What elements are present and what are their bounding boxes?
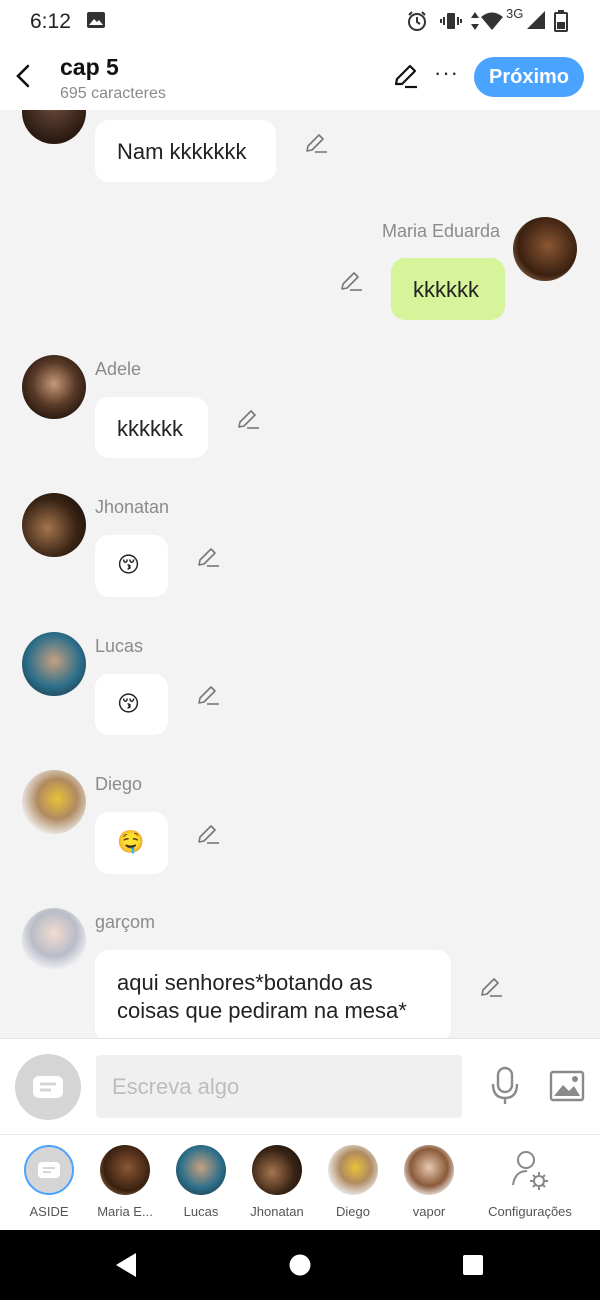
page-title: cap 5: [60, 54, 119, 80]
more-icon[interactable]: ···: [434, 60, 459, 86]
avatar[interactable]: [22, 908, 86, 972]
aside-mode-button[interactable]: [15, 1054, 81, 1120]
character-label: Configurações: [488, 1204, 572, 1219]
message-text-line: aqui senhores*botando as: [117, 970, 373, 995]
message-bubble[interactable]: Nam kkkkkkk: [95, 120, 276, 182]
sender-name: Jhonatan: [95, 497, 170, 517]
message-text: 🤤: [117, 829, 145, 854]
nav-home-icon[interactable]: [289, 1252, 311, 1283]
message-bubble[interactable]: kkkkkk: [95, 397, 208, 458]
avatar[interactable]: [22, 110, 86, 144]
settings-icon: [505, 1145, 555, 1195]
character-label: Diego: [336, 1204, 370, 1219]
sender-name: garçom: [95, 912, 156, 932]
alarm-icon: [406, 10, 428, 37]
message-composer: [0, 1038, 600, 1134]
character-lucas[interactable]: Lucas: [163, 1145, 239, 1219]
gallery-notification-icon: [86, 10, 106, 35]
avatar: [404, 1145, 454, 1195]
message-text: kkkkkk: [117, 416, 183, 441]
network-type-label: 3G: [506, 6, 524, 21]
character-diego[interactable]: Diego: [315, 1145, 391, 1219]
character-label: Jhonatan: [250, 1204, 304, 1219]
sender-name: Maria Eduarda: [382, 221, 501, 241]
avatar[interactable]: [22, 632, 86, 696]
sender-name: Diego: [95, 774, 143, 794]
avatar[interactable]: [22, 355, 86, 419]
status-bar: 6:12 3G: [0, 0, 600, 44]
wifi-icon: [480, 10, 504, 37]
edit-icon[interactable]: [237, 408, 261, 430]
message-bubble[interactable]: 😚: [95, 674, 168, 735]
message-text: Nam kkkkkkk: [117, 139, 247, 164]
chat-area[interactable]: Nam kkkkkkk Maria Eduarda kkkkkk Adele k…: [0, 110, 600, 1038]
message-text: kkkkkk: [413, 277, 479, 302]
message-input[interactable]: [96, 1055, 462, 1118]
edit-icon[interactable]: [305, 132, 329, 154]
nav-recents-icon[interactable]: [462, 1254, 484, 1281]
status-time: 6:12: [30, 10, 71, 33]
back-icon[interactable]: [12, 62, 36, 90]
message-text-line: coisas que pediram na mesa*: [117, 998, 407, 1023]
edit-icon[interactable]: [197, 823, 221, 845]
message-bubble[interactable]: 😚: [95, 535, 168, 597]
avatar: [176, 1145, 226, 1195]
avatar[interactable]: [22, 770, 86, 834]
avatar: [100, 1145, 150, 1195]
character-label: Lucas: [183, 1204, 219, 1219]
character-aside[interactable]: ASIDE: [11, 1145, 87, 1219]
app-header: cap 5 695 caracteres ··· Próximo: [0, 44, 600, 110]
signal-icon: [526, 10, 546, 35]
message-bubble[interactable]: aqui senhores*botando as coisas que pedi…: [95, 950, 451, 1038]
character-maria[interactable]: Maria E...: [87, 1145, 163, 1219]
character-count: 695 caracteres: [60, 85, 166, 102]
edit-icon[interactable]: [480, 976, 504, 998]
pen-icon[interactable]: [393, 63, 419, 94]
character-bar: ASIDE Maria E... Lucas Jhonatan Diego va…: [0, 1134, 600, 1230]
message-bubble[interactable]: 🤤: [95, 812, 168, 874]
message-text: 😚: [117, 691, 140, 716]
mic-icon[interactable]: [490, 1066, 520, 1111]
avatar: [252, 1145, 302, 1195]
edit-icon[interactable]: [340, 270, 364, 292]
character-jhonatan[interactable]: Jhonatan: [239, 1145, 315, 1219]
battery-icon: [554, 10, 568, 37]
character-vapor[interactable]: vapor: [391, 1145, 467, 1219]
image-icon[interactable]: [549, 1070, 585, 1107]
edit-icon[interactable]: [197, 684, 221, 706]
next-button[interactable]: Próximo: [474, 57, 584, 97]
sender-name: Lucas: [95, 636, 144, 656]
message-bubble[interactable]: kkkkkk: [391, 258, 505, 320]
app-root: 6:12 3G cap 5 695 caracteres ··· Próximo…: [0, 0, 600, 1300]
avatar: [328, 1145, 378, 1195]
chat-bubble-icon: [33, 1076, 63, 1098]
edit-icon[interactable]: [197, 546, 221, 568]
character-label: vapor: [412, 1204, 446, 1219]
vibrate-icon: [440, 10, 462, 37]
avatar[interactable]: [22, 493, 86, 557]
sender-name: Adele: [95, 359, 142, 379]
character-label: Maria E...: [97, 1204, 153, 1219]
character-label: ASIDE: [29, 1204, 69, 1219]
settings-button[interactable]: Configurações: [485, 1145, 575, 1219]
chat-bubble-icon: [24, 1145, 74, 1195]
message-text: 😚: [117, 552, 140, 577]
data-transfer-icon: [470, 10, 480, 37]
nav-back-icon[interactable]: [114, 1252, 138, 1283]
avatar[interactable]: [513, 217, 577, 281]
system-nav-bar: [0, 1230, 600, 1300]
